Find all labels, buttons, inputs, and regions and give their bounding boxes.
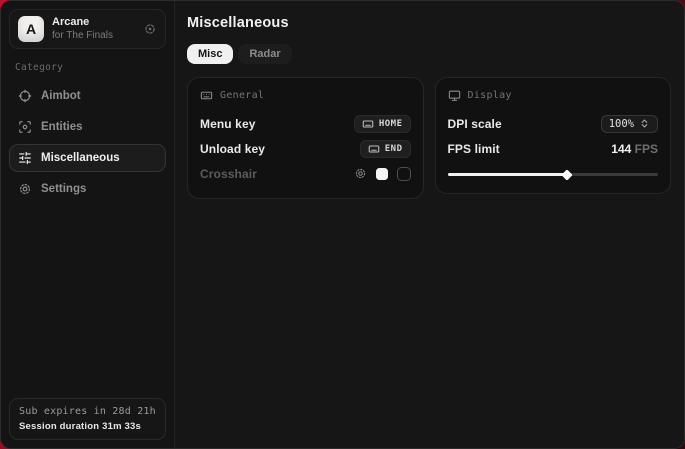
fps-limit-slider[interactable] — [448, 168, 659, 180]
display-card-header: Display — [448, 89, 659, 102]
tab-radar[interactable]: Radar — [238, 44, 291, 64]
menu-key-label: Menu key — [200, 117, 256, 131]
menu-key-row: Menu key HOME — [200, 112, 411, 135]
menu-key-bind-button[interactable]: HOME — [354, 115, 411, 133]
sidebar-item-entities[interactable]: Entities — [9, 113, 166, 141]
crosshair-color-swatch[interactable] — [376, 168, 388, 180]
brand-text: Arcane for The Finals — [52, 16, 135, 41]
fps-limit-value: 144 FPS — [611, 142, 658, 156]
display-card-title: Display — [468, 90, 512, 101]
fps-slider-fill — [448, 173, 568, 176]
keyboard-icon — [200, 89, 213, 102]
general-card: General Menu key HOME Unload key — [187, 77, 424, 199]
dpi-scale-select[interactable]: 100% — [601, 115, 658, 133]
tab-bar: Misc Radar — [187, 44, 671, 64]
monitor-icon — [448, 89, 461, 102]
app-subtitle: for The Finals — [52, 30, 135, 42]
gear-icon — [18, 182, 32, 196]
scan-icon — [18, 120, 32, 134]
target-icon[interactable] — [143, 22, 157, 36]
subscription-status-card: Sub expires in 28d 21h Session duration … — [9, 398, 166, 440]
sidebar-item-label: Miscellaneous — [41, 152, 120, 164]
brand-card: A Arcane for The Finals — [9, 9, 166, 49]
keyboard-icon — [368, 143, 380, 155]
crosshair-settings-gear-icon[interactable] — [354, 167, 367, 180]
app-window: A Arcane for The Finals Category Aim — [0, 0, 685, 449]
sidebar-item-label: Aimbot — [41, 90, 81, 102]
sliders-icon — [18, 151, 32, 165]
app-title: Arcane — [52, 16, 135, 29]
fps-limit-label: FPS limit — [448, 142, 500, 156]
unload-key-bind-button[interactable]: END — [360, 140, 411, 158]
sidebar-item-label: Entities — [41, 121, 83, 133]
unload-key-label: Unload key — [200, 142, 265, 156]
dpi-scale-row: DPI scale 100% — [448, 112, 659, 135]
sidebar-item-aimbot[interactable]: Aimbot — [9, 82, 166, 110]
category-label: Category — [15, 62, 160, 73]
crosshair-checkbox[interactable] — [397, 167, 411, 181]
dpi-scale-value: 100% — [609, 118, 634, 130]
chevrons-up-down-icon — [639, 118, 650, 129]
app-logo: A — [18, 16, 44, 42]
dpi-scale-label: DPI scale — [448, 117, 502, 131]
fps-slider-thumb[interactable] — [562, 169, 573, 180]
app-logo-letter: A — [26, 21, 36, 37]
sub-expiry-text: Sub expires in 28d 21h — [19, 406, 156, 417]
unload-key-row: Unload key END — [200, 137, 411, 160]
fps-limit-number: 144 — [611, 142, 631, 156]
crosshair-icon — [18, 89, 32, 103]
settings-cards: General Menu key HOME Unload key — [187, 77, 671, 199]
crosshair-controls — [354, 167, 411, 181]
sidebar-item-label: Settings — [41, 183, 86, 195]
page-title: Miscellaneous — [187, 15, 671, 31]
sidebar-nav: Aimbot Entities Miscella — [9, 82, 166, 203]
sidebar-item-miscellaneous[interactable]: Miscellaneous — [9, 144, 166, 172]
fps-limit-row: FPS limit 144 FPS — [448, 137, 659, 160]
keyboard-icon — [362, 118, 374, 130]
general-card-title: General — [220, 90, 264, 101]
menu-key-value: HOME — [379, 119, 403, 129]
display-card: Display DPI scale 100% FPS limit — [435, 77, 672, 194]
crosshair-label: Crosshair — [200, 167, 257, 181]
session-duration-text: Session duration 31m 33s — [19, 421, 156, 432]
fps-limit-unit: FPS — [635, 142, 658, 156]
unload-key-value: END — [385, 144, 403, 154]
main-content: Miscellaneous Misc Radar General Menu ke… — [175, 1, 684, 448]
sidebar-item-settings[interactable]: Settings — [9, 175, 166, 203]
crosshair-row: Crosshair — [200, 162, 411, 185]
sidebar: A Arcane for The Finals Category Aim — [1, 1, 175, 448]
general-card-header: General — [200, 89, 411, 102]
tab-misc[interactable]: Misc — [187, 44, 233, 64]
